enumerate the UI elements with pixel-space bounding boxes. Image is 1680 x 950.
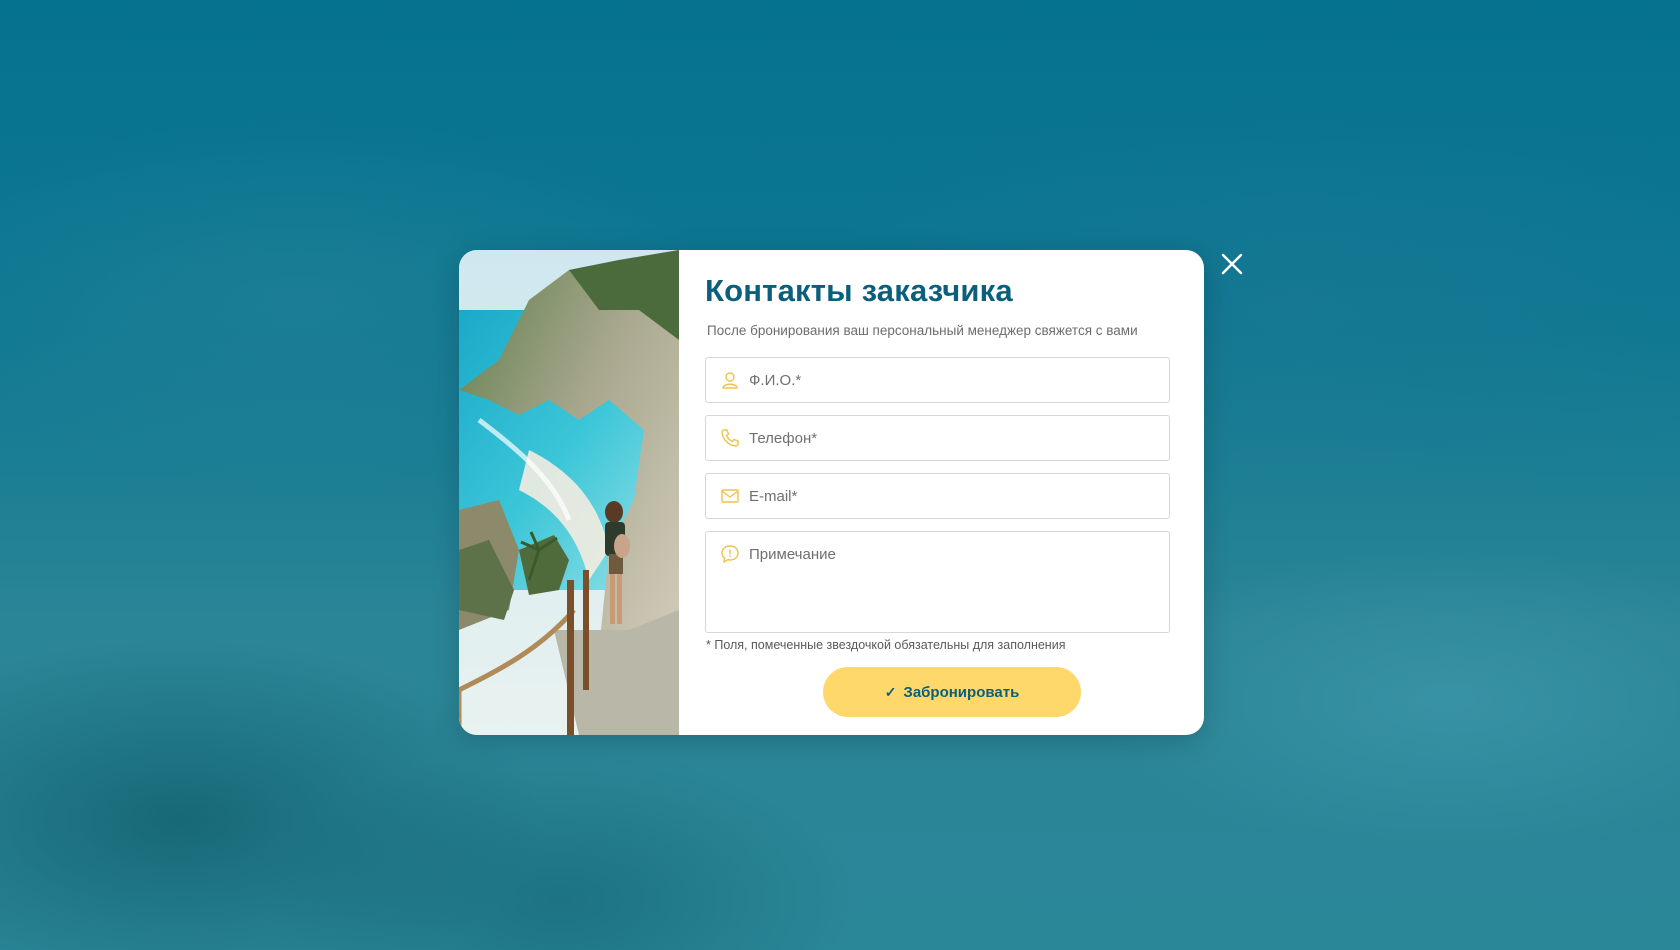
form-panel: Контакты заказчика После бронирования ва…	[679, 250, 1204, 735]
envelope-icon	[720, 486, 740, 506]
full-name-input[interactable]	[749, 358, 1161, 402]
close-icon[interactable]	[1219, 251, 1245, 277]
required-fields-note: * Поля, помеченные звездочкой обязательн…	[706, 638, 1066, 652]
note-textarea[interactable]	[749, 545, 1161, 625]
full-name-field[interactable]	[705, 357, 1170, 403]
user-icon	[720, 370, 740, 390]
modal-subtitle: После бронирования ваш персональный мене…	[707, 323, 1138, 338]
email-input[interactable]	[749, 474, 1161, 518]
book-button-label: Забронировать	[903, 683, 1020, 701]
beach-cliff-photo	[459, 250, 679, 735]
phone-field[interactable]	[705, 415, 1170, 461]
check-icon: ✓	[884, 683, 897, 700]
booking-contacts-modal: Контакты заказчика После бронирования ва…	[459, 250, 1204, 735]
phone-input[interactable]	[749, 416, 1161, 460]
email-field[interactable]	[705, 473, 1170, 519]
modal-title: Контакты заказчика	[705, 273, 1013, 308]
note-field[interactable]	[705, 531, 1170, 633]
phone-icon	[720, 428, 740, 448]
book-button[interactable]: ✓ Забронировать	[823, 667, 1081, 717]
comment-icon	[720, 544, 740, 564]
